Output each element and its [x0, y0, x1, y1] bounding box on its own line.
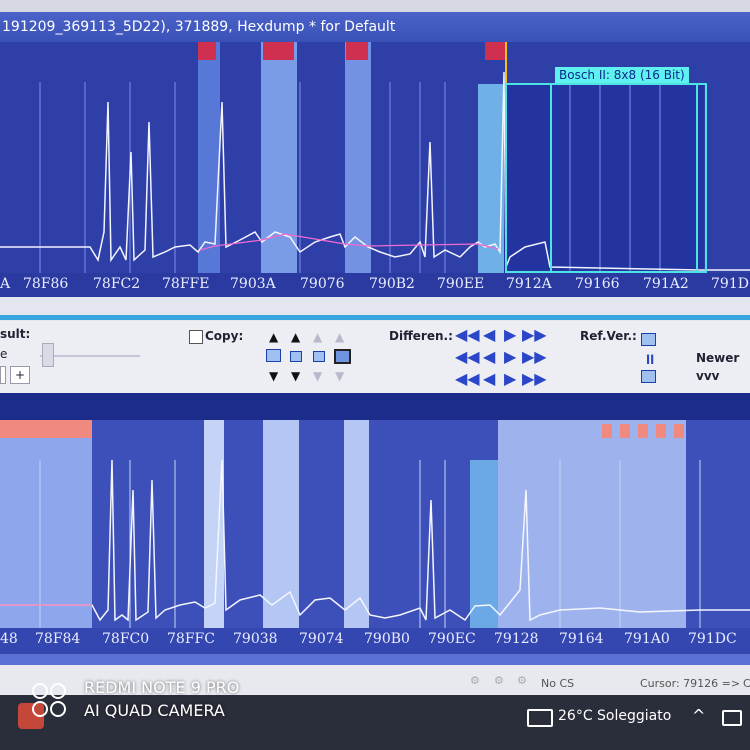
- plus-button[interactable]: +: [10, 366, 30, 384]
- arrow-down-icon[interactable]: ▼: [291, 370, 300, 382]
- axis-label: 791A2: [643, 276, 689, 292]
- camera-watermark: REDMI NOTE 9 PRO AI QUAD CAMERA: [84, 676, 239, 722]
- document-icon[interactable]: [641, 370, 656, 383]
- axis-label: 78FC0: [102, 631, 150, 647]
- gear-icon[interactable]: ⚙: [494, 674, 504, 687]
- checksum-status: No CS: [541, 677, 575, 690]
- document-icon[interactable]: [641, 333, 656, 346]
- arrow-up-icon[interactable]: ▲: [291, 331, 300, 343]
- differences-label: Differen.:: [389, 329, 453, 343]
- axis-label: 78F86: [23, 276, 69, 292]
- window-title-bar: 191209_369113_5D22), 371889, Hexdump * f…: [0, 12, 750, 42]
- gear-icon[interactable]: ⚙: [470, 674, 480, 687]
- prev-icon[interactable]: ◀: [483, 371, 495, 387]
- pause-icon[interactable]: ll: [646, 353, 654, 367]
- weather-text[interactable]: 26°C Soleggiato: [558, 708, 671, 724]
- axis-label: 791A0: [624, 631, 670, 647]
- vvv-label: vvv: [696, 369, 720, 383]
- list-icon[interactable]: [313, 351, 325, 362]
- result-sub-label: e: [0, 347, 8, 361]
- window-icon[interactable]: [266, 349, 281, 362]
- axis-label: 790B2: [369, 276, 415, 292]
- slider-track[interactable]: [40, 355, 140, 357]
- lower-address-axis: 48 78F84 78FC0 78FFC 79038 79074 790B0 7…: [0, 628, 750, 654]
- rewind-fast-icon[interactable]: ◀◀: [455, 349, 480, 365]
- axis-label: A: [0, 276, 11, 292]
- axis-label: 79128: [494, 631, 539, 647]
- prev-icon[interactable]: ◀: [483, 327, 495, 343]
- axis-label: 78F84: [35, 631, 81, 647]
- rewind-fast-icon[interactable]: ◀◀: [455, 371, 480, 387]
- axis-label: 790B0: [364, 631, 410, 647]
- window-title: 191209_369113_5D22), 371889, Hexdump * f…: [2, 19, 396, 35]
- lower-waveform: [0, 459, 750, 628]
- watermark-line1: REDMI NOTE 9 PRO: [84, 678, 240, 697]
- gear-icon[interactable]: ⚙: [517, 674, 527, 687]
- camera-logo-icon: [32, 683, 66, 717]
- axis-label: 79164: [559, 631, 604, 647]
- network-icon[interactable]: [722, 710, 742, 726]
- next-icon[interactable]: ▶: [504, 327, 516, 343]
- horizontal-scrollbar[interactable]: [0, 654, 750, 665]
- axis-label: 78FC2: [93, 276, 141, 292]
- upper-address-axis: A 78F86 78FC2 78FFE 7903A 79076 790B2 79…: [0, 273, 750, 297]
- axis-label: 78FFE: [162, 276, 210, 292]
- axis-label: 78FFC: [167, 631, 215, 647]
- axis-label: 790EE: [437, 276, 485, 292]
- forward-fast-icon[interactable]: ▶▶: [522, 327, 547, 343]
- axis-label: 7903A: [230, 276, 276, 292]
- cursor-readout: Cursor: 79126 =>: [640, 677, 741, 690]
- arrow-down-disabled-icon: ▼: [313, 369, 323, 383]
- forward-fast-icon[interactable]: ▶▶: [522, 349, 547, 365]
- arrow-down-icon[interactable]: ▼: [269, 370, 278, 382]
- axis-label: 790EC: [428, 631, 476, 647]
- axis-label: 7912A: [506, 276, 552, 292]
- axis-label: 791DC: [688, 631, 737, 647]
- watermark-line2: AI QUAD CAMERA: [84, 701, 225, 720]
- arrow-up-icon[interactable]: ▲: [269, 331, 278, 343]
- copy-label: Copy:: [205, 329, 244, 343]
- arrow-down-disabled-icon: ▼: [335, 369, 345, 383]
- chevron-up-icon[interactable]: ^: [692, 706, 705, 725]
- slider-handle[interactable]: [42, 343, 54, 367]
- control-bar: sult: e + Copy: ▲ ▲ ▲ ▲ ▼ ▼ ▼ ▼ Differen…: [0, 321, 750, 393]
- frame-icon[interactable]: [334, 349, 351, 364]
- copy-checkbox[interactable]: [189, 330, 203, 344]
- minus-box[interactable]: [0, 366, 6, 384]
- map-selection-small[interactable]: [550, 83, 698, 273]
- top-strip: [0, 0, 750, 12]
- panel-divider: [0, 297, 750, 321]
- upper-graph-panel[interactable]: Bosch II: 8x8 (16 Bit): [0, 42, 750, 297]
- result-label: sult:: [0, 327, 31, 341]
- rewind-fast-icon[interactable]: ◀◀: [455, 327, 480, 343]
- axis-label: 79166: [575, 276, 620, 292]
- axis-label: 79074: [299, 631, 344, 647]
- axis-label: 48: [0, 631, 18, 647]
- forward-fast-icon[interactable]: ▶▶: [522, 371, 547, 387]
- axis-label: 79038: [233, 631, 278, 647]
- next-icon[interactable]: ▶: [504, 349, 516, 365]
- prev-icon[interactable]: ◀: [483, 349, 495, 365]
- arrow-up-disabled-icon: ▲: [335, 330, 345, 344]
- panel-separator: [0, 393, 750, 420]
- axis-label: 791D: [711, 276, 749, 292]
- next-icon[interactable]: ▶: [504, 371, 516, 387]
- map-tag: Bosch II: 8x8 (16 Bit): [555, 67, 689, 83]
- lower-graph-panel[interactable]: [0, 420, 750, 655]
- refver-label: Ref.Ver.:: [580, 329, 637, 343]
- axis-label: 79076: [300, 276, 345, 292]
- weather-icon[interactable]: [527, 709, 553, 727]
- newer-label: Newer: [696, 351, 740, 365]
- list-icon[interactable]: [290, 351, 302, 362]
- status-end: C: [743, 677, 750, 690]
- arrow-up-disabled-icon: ▲: [313, 330, 323, 344]
